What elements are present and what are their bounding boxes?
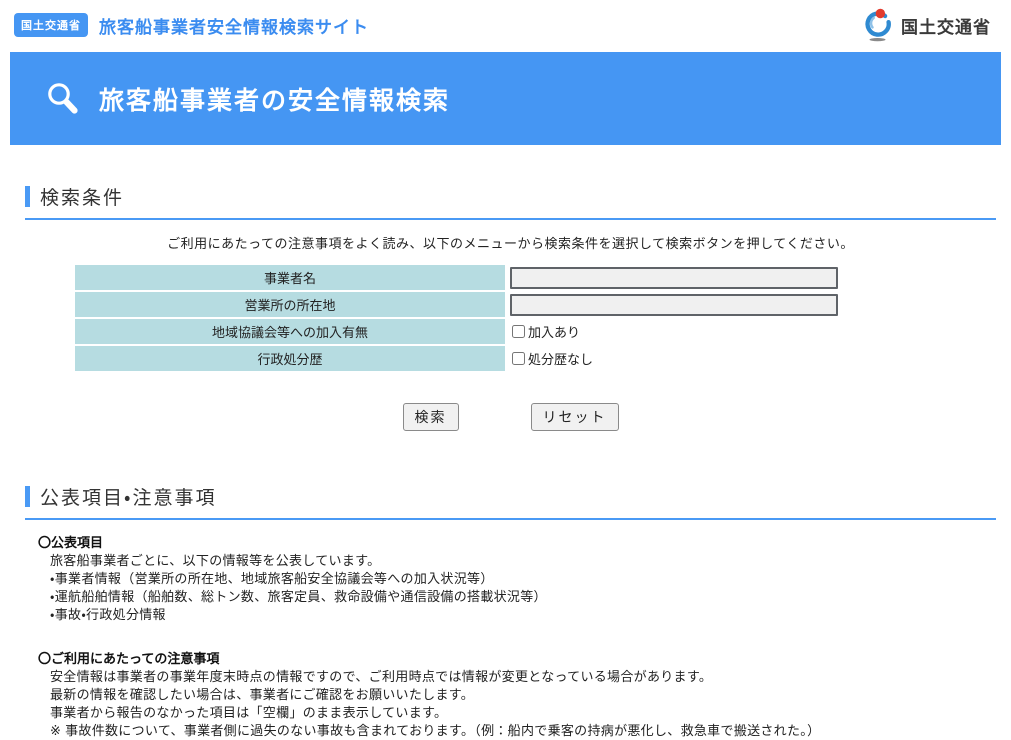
note-line: 安全情報は事業者の事業年度末時点の情報ですので、ご利用時点では情報が変更となって… [50, 668, 996, 686]
note-line: ・事業者情報（営業所の所在地、地域旅客船安全協議会等への加入状況等） [50, 570, 996, 588]
notes-section: 公表項目・注意事項 〇公表項目 旅客船事業者ごとに、以下の情報等を公表しています… [25, 483, 996, 740]
field-value-cell [510, 292, 840, 317]
field-value-cell [510, 265, 840, 290]
operator-name-input[interactable] [510, 267, 838, 289]
checkbox-label: 処分歴なし [528, 349, 593, 368]
org-name: 国土交通省 [901, 13, 991, 38]
notes-section-heading: 公表項目・注意事項 [25, 483, 996, 510]
search-form-table: 事業者名 営業所の所在地 地域協議会等への加入有無 加入あり [75, 265, 840, 371]
page-title: 旅客船事業者の安全情報検索 [99, 81, 450, 117]
hero-banner: 旅客船事業者の安全情報検索 [10, 52, 1001, 145]
button-row: 検索 リセット [25, 403, 996, 431]
note-line: 事業者から報告のなかった項目は「空欄」のまま表示しています。 [50, 704, 996, 722]
main-content: 検索条件 ご利用にあたっての注意事項をよく読み、以下のメニューから検索条件を選択… [0, 183, 1011, 740]
office-location-input[interactable] [510, 294, 838, 316]
disciplinary-history-checkbox[interactable] [512, 352, 525, 365]
note-line: ・運航船舶情報（船舶数、総トン数、旅客定員、救命設備や通信設備の搭載状況等） [50, 588, 996, 606]
field-label-office-location: 営業所の所在地 [75, 292, 505, 317]
search-instruction: ご利用にあたっての注意事項をよく読み、以下のメニューから検索条件を選択して検索ボ… [25, 233, 996, 252]
heading-accent-bar [25, 486, 30, 507]
search-heading-text: 検索条件 [40, 183, 124, 210]
site-title-link[interactable]: 旅客船事業者安全情報検索サイト [99, 13, 369, 38]
field-label-council-membership: 地域協議会等への加入有無 [75, 319, 505, 344]
table-row: 営業所の所在地 [75, 292, 840, 317]
heading-accent-bar [25, 186, 30, 207]
table-row: 地域協議会等への加入有無 加入あり [75, 319, 840, 344]
search-icon [45, 81, 81, 117]
search-section-heading: 検索条件 [25, 183, 996, 210]
published-items-block: 〇公表項目 旅客船事業者ごとに、以下の情報等を公表しています。 ・事業者情報（営… [38, 534, 996, 624]
mlit-badge: 国土交通省 [14, 13, 88, 37]
search-button[interactable]: 検索 [403, 403, 459, 431]
notes-heading-text: 公表項目・注意事項 [40, 483, 216, 510]
usage-notes-block: 〇ご利用にあたっての注意事項 安全情報は事業者の事業年度末時点の情報ですので、ご… [38, 650, 996, 740]
note-line: ※ 事故件数について、事業者側に過失のない事故も含まれております。（例：船内で乗… [50, 722, 996, 740]
reset-button[interactable]: リセット [531, 403, 619, 431]
field-value-cell: 処分歴なし [510, 346, 840, 371]
note-block-title: 〇ご利用にあたっての注意事項 [38, 650, 996, 668]
heading-rule [25, 518, 996, 520]
council-membership-option: 加入あり [510, 322, 580, 341]
mlit-logo-icon [861, 7, 895, 43]
header-right: 国土交通省 [861, 7, 991, 43]
search-section: 検索条件 ご利用にあたっての注意事項をよく読み、以下のメニューから検索条件を選択… [25, 183, 996, 431]
field-label-disciplinary-history: 行政処分歴 [75, 346, 505, 371]
table-row: 事業者名 [75, 265, 840, 290]
top-header: 国土交通省 旅客船事業者安全情報検索サイト 国土交通省 [0, 0, 1011, 50]
disciplinary-history-option: 処分歴なし [510, 349, 593, 368]
table-row: 行政処分歴 処分歴なし [75, 346, 840, 371]
note-line: 最新の情報を確認したい場合は、事業者にご確認をお願いいたします。 [50, 686, 996, 704]
heading-rule [25, 218, 996, 220]
council-membership-checkbox[interactable] [512, 325, 525, 338]
field-label-operator-name: 事業者名 [75, 265, 505, 290]
field-value-cell: 加入あり [510, 319, 840, 344]
header-left: 国土交通省 旅客船事業者安全情報検索サイト [14, 13, 369, 38]
note-block-title: 〇公表項目 [38, 534, 996, 552]
note-line: 旅客船事業者ごとに、以下の情報等を公表しています。 [50, 552, 996, 570]
checkbox-label: 加入あり [528, 322, 580, 341]
note-line: ・事故・行政処分情報 [50, 606, 996, 624]
